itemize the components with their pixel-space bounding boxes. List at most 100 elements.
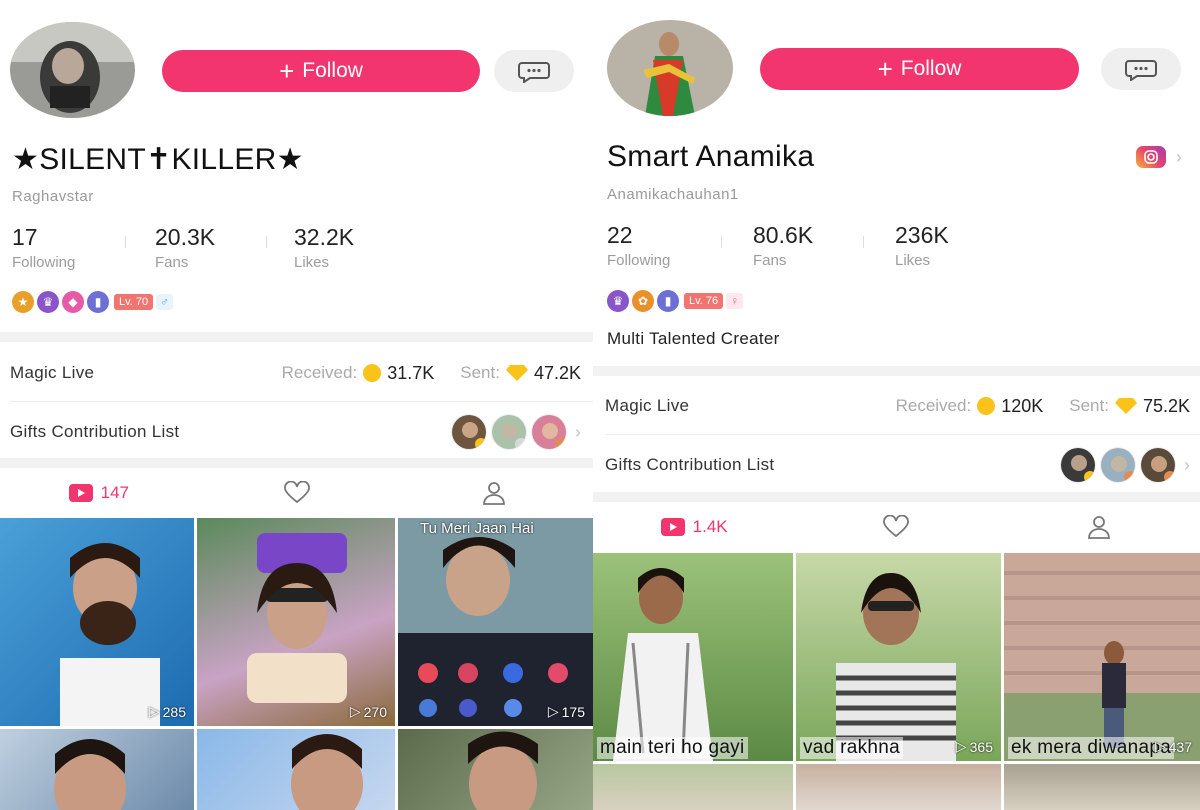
medal-badge-icon: ★: [12, 291, 34, 313]
tab-videos[interactable]: 1.4K: [593, 517, 795, 537]
tab-likes[interactable]: [198, 481, 396, 505]
view-count: ▷ 175: [547, 703, 585, 720]
stat-value: 80.6K: [753, 222, 814, 248]
gifts-contribution-row[interactable]: Gifts Contribution List ›: [0, 410, 593, 454]
video-grid: ▷ 285 ▷ 270 Tu Meri Jaan Hai ▷ 175: [0, 518, 593, 810]
medal-badge-icon: ✿: [632, 290, 654, 312]
contributor-avatar: [451, 414, 487, 450]
chevron-right-icon: ›: [1184, 454, 1190, 475]
stat-label: Likes: [294, 254, 330, 271]
level-badge: Lv. 70: [114, 294, 154, 310]
instagram-link[interactable]: ›: [1136, 146, 1182, 168]
section-gap: [0, 332, 593, 342]
stat-value: 32.2K: [294, 224, 355, 250]
contributor-avatar: [531, 414, 567, 450]
follow-label: Follow: [302, 59, 363, 82]
overlay-text: Tu Meri Jaan Hai: [420, 520, 534, 537]
video-caption: main teri ho gayi: [597, 737, 748, 759]
video-count: 1.4K: [692, 517, 728, 536]
profile-panel-left: + Follow ★SILENT✝KILLER★ Raghavstar 17 F…: [0, 0, 593, 810]
stat-following[interactable]: 22 Following: [607, 222, 670, 269]
magic-live-label: Magic Live: [10, 363, 95, 382]
chat-bubble-icon: [1125, 60, 1157, 81]
follow-button[interactable]: + Follow: [760, 48, 1079, 90]
heart-outline-icon: [883, 515, 910, 538]
badge-row: ♛ ✿ ▮ Lv. 76 ♀: [607, 290, 744, 312]
profile-avatar[interactable]: [10, 22, 135, 118]
follow-label: Follow: [900, 57, 962, 80]
section-gap: [593, 366, 1200, 376]
contributor-avatar: [1140, 447, 1176, 483]
stat-value: 20.3K: [155, 224, 216, 250]
tab-about[interactable]: [395, 480, 593, 506]
diamond-icon: [1114, 398, 1137, 414]
video-thumbnail[interactable]: [796, 764, 1001, 810]
gifts-contribution-row[interactable]: Gifts Contribution List ›: [593, 443, 1200, 487]
video-icon: [660, 518, 685, 536]
stat-divider: [863, 236, 864, 248]
video-thumbnail[interactable]: ek mera diwanapa ▷ 437: [1004, 553, 1200, 761]
video-thumbnail[interactable]: ▷ 270: [197, 518, 395, 726]
coin-icon: [977, 397, 996, 415]
stat-value: 17: [12, 224, 38, 250]
play-icon: ▷: [547, 703, 559, 719]
video-grid: main teri ho gayi vad rakhna ▷ 365 ek mer…: [593, 553, 1200, 810]
tab-videos[interactable]: 147: [0, 483, 198, 503]
magic-live-row[interactable]: Magic Live Received: 31.7K Sent: 47.2K: [0, 355, 593, 391]
message-button[interactable]: [1101, 48, 1181, 90]
stat-label: Fans: [155, 254, 189, 271]
sent-label: Sent:: [1069, 396, 1109, 415]
video-thumbnail[interactable]: [398, 729, 593, 810]
message-button[interactable]: [494, 50, 574, 92]
stat-fans[interactable]: 80.6K Fans: [753, 222, 813, 269]
received-value: 120K: [1001, 395, 1044, 416]
magic-live-label: Magic Live: [605, 396, 690, 415]
gender-badge: ♂: [156, 294, 174, 310]
tab-likes[interactable]: [795, 515, 997, 539]
stat-likes[interactable]: 236K Likes: [895, 222, 949, 269]
user-outline-icon: [1087, 516, 1110, 539]
profile-name: ★SILENT✝KILLER★: [12, 143, 304, 176]
diamond-badge-icon: ◆: [62, 291, 84, 313]
stat-label: Following: [607, 252, 671, 269]
profile-panel-right: + Follow Smart Anamika › Anamikachauhan1…: [593, 0, 1200, 810]
video-thumbnail[interactable]: [1004, 764, 1200, 810]
sent-value: 75.2K: [1142, 395, 1190, 416]
crown-badge-icon: ♛: [607, 290, 629, 312]
gifts-label: Gifts Contribution List: [605, 455, 775, 474]
stat-fans[interactable]: 20.3K Fans: [155, 224, 215, 271]
video-thumbnail[interactable]: ▷ 285: [0, 518, 194, 726]
video-thumbnail[interactable]: Tu Meri Jaan Hai ▷ 175: [398, 518, 593, 726]
section-gap: [593, 492, 1200, 502]
shield-badge-icon: ▮: [657, 290, 679, 312]
stat-following[interactable]: 17 Following: [12, 224, 75, 271]
tab-about[interactable]: [998, 514, 1200, 540]
video-thumbnail[interactable]: [593, 764, 793, 810]
sent-label: Sent:: [460, 363, 500, 382]
received-value: 31.7K: [387, 362, 435, 383]
chevron-right-icon: ›: [575, 421, 581, 442]
stat-likes[interactable]: 32.2K Likes: [294, 224, 354, 271]
video-caption: vad rakhna: [800, 737, 904, 759]
row-divider: [10, 401, 593, 402]
view-count: ▷ 365: [955, 738, 993, 755]
video-thumbnail[interactable]: [197, 729, 395, 810]
video-thumbnail[interactable]: vad rakhna ▷ 365: [796, 553, 1001, 761]
play-icon: ▷: [955, 738, 967, 754]
plus-icon: +: [877, 54, 893, 84]
coin-icon: [363, 364, 382, 382]
play-icon: ▷: [349, 703, 361, 719]
stat-value: 236K: [895, 222, 949, 248]
magic-live-row[interactable]: Magic Live Received: 120K Sent: 75.2K: [593, 388, 1200, 424]
video-thumbnail[interactable]: [0, 729, 194, 810]
video-thumbnail[interactable]: main teri ho gayi: [593, 553, 793, 761]
profile-avatar[interactable]: [607, 20, 733, 116]
follow-button[interactable]: + Follow: [162, 50, 480, 92]
received-label: Received:: [895, 396, 972, 415]
profile-bio: Multi Talented Creater: [607, 329, 780, 348]
contributor-avatar: [491, 414, 527, 450]
profile-tabs: 147: [0, 474, 593, 512]
crown-badge-icon: ♛: [37, 291, 59, 313]
sent-value: 47.2K: [533, 362, 581, 383]
profile-handle: Raghavstar: [12, 188, 94, 205]
